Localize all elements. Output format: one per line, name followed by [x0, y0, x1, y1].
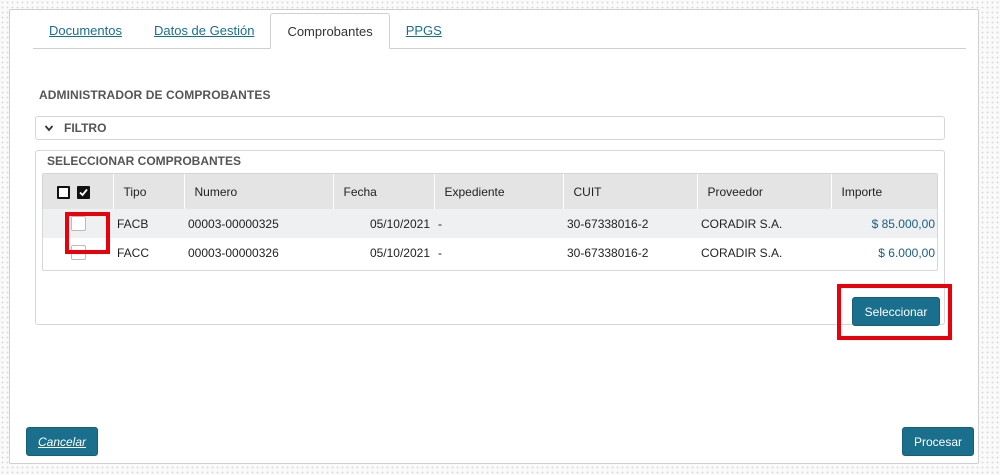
column-header-numero: Numero	[184, 174, 334, 209]
cell-expediente: -	[438, 245, 442, 260]
checked-box-icon[interactable]	[77, 185, 90, 199]
cell-numero: 00003-00000325	[184, 209, 333, 238]
table-row[interactable]: FACB 00003-00000325 05/10/2021 - 30-6733…	[43, 209, 937, 238]
cancel-button[interactable]: Cancelar	[26, 427, 98, 456]
tab-comprobantes[interactable]: Comprobantes	[270, 13, 390, 49]
tab-datos-de-gestion[interactable]: Datos de Gestión	[138, 13, 270, 48]
tab-ppgs[interactable]: PPGS	[390, 13, 458, 48]
column-header-tipo: Tipo	[113, 174, 185, 209]
cell-tipo: FACB	[113, 209, 184, 238]
tab-documentos[interactable]: Documentos	[33, 13, 138, 48]
cell-importe: $ 6.000,00	[878, 245, 935, 260]
section-title: SELECCIONAR COMPROBANTES	[47, 154, 242, 168]
cell-expediente: -	[434, 209, 563, 238]
cell-fecha: 05/10/2021	[369, 245, 430, 260]
cell-cuit: 30-67338016-2	[567, 245, 649, 260]
cell-cuit: 30-67338016-2	[563, 209, 697, 238]
column-header-cuit: CUIT	[563, 174, 698, 209]
column-header-fecha: Fecha	[333, 174, 435, 209]
row-checkbox[interactable]	[71, 245, 86, 261]
filter-label: FILTRO	[64, 121, 107, 135]
table-row[interactable]: FACC 00003-00000326 05/10/2021 - 30-6733…	[43, 238, 937, 267]
column-header-expediente: Expediente	[434, 174, 564, 209]
cell-proveedor: CORADIR S.A.	[701, 245, 783, 260]
cell-numero: 00003-00000326	[188, 245, 279, 260]
table-header-row: Tipo Numero Fecha Expediente CUIT Provee…	[43, 174, 937, 209]
cell-proveedor: CORADIR S.A.	[697, 209, 831, 238]
filter-toggle[interactable]: FILTRO	[35, 116, 945, 140]
tab-bar: Documentos Datos de Gestión Comprobantes…	[33, 13, 966, 49]
select-comprobantes-section: SELECCIONAR COMPROBANTES Tipo Numero Fec…	[35, 150, 945, 325]
column-header-proveedor: Proveedor	[697, 174, 832, 209]
chevron-down-icon	[44, 123, 54, 133]
cell-fecha: 05/10/2021	[333, 209, 434, 238]
column-header-importe: Importe	[831, 174, 937, 209]
select-button[interactable]: Seleccionar	[852, 297, 940, 326]
cell-tipo: FACC	[117, 245, 150, 260]
row-checkbox[interactable]	[71, 216, 86, 232]
cell-importe: $ 85.000,00	[831, 209, 937, 238]
comprobantes-table: Tipo Numero Fecha Expediente CUIT Provee…	[42, 173, 938, 271]
process-button[interactable]: Procesar	[902, 427, 974, 456]
unchecked-box-icon[interactable]	[57, 185, 70, 199]
page-title: ADMINISTRADOR DE COMPROBANTES	[39, 88, 271, 102]
